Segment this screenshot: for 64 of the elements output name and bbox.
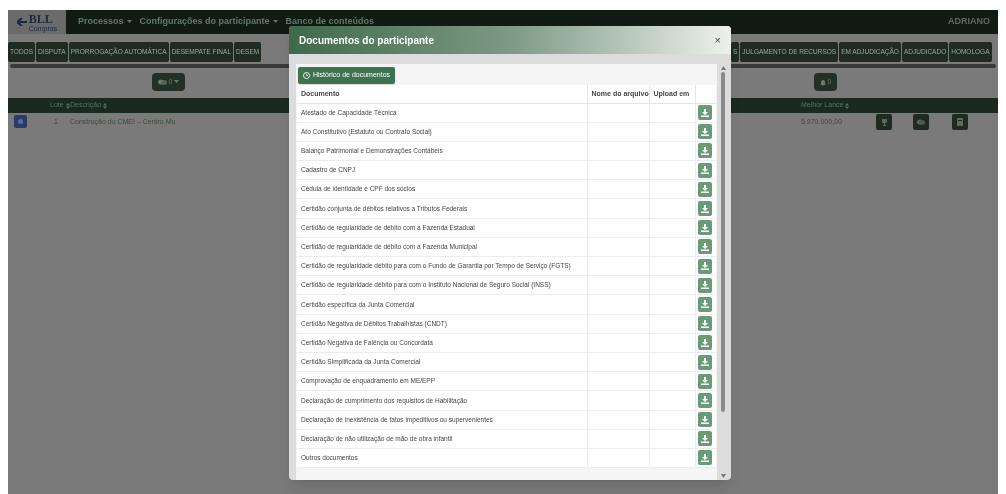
clock-icon <box>303 72 310 79</box>
download-icon <box>700 185 709 194</box>
download-icon <box>700 434 709 443</box>
bell-icon <box>819 78 826 86</box>
logo-icon <box>16 18 27 26</box>
chat-icon <box>917 119 925 125</box>
download-button[interactable] <box>697 373 712 389</box>
download-icon <box>700 396 709 405</box>
download-button[interactable] <box>697 354 712 370</box>
sort-icon <box>103 102 108 109</box>
document-icon <box>957 118 963 126</box>
download-button[interactable] <box>697 392 712 408</box>
download-icon <box>700 377 709 386</box>
download-button[interactable] <box>697 220 712 236</box>
download-button[interactable] <box>697 162 712 178</box>
download-button[interactable] <box>697 412 712 428</box>
trophy-icon <box>880 118 888 126</box>
close-button[interactable]: × <box>714 34 721 46</box>
download-icon <box>700 415 709 424</box>
chat-icon <box>157 79 167 85</box>
download-button[interactable] <box>697 124 712 140</box>
chat-button[interactable] <box>913 114 929 130</box>
download-icon <box>700 108 709 117</box>
download-button[interactable] <box>697 105 712 121</box>
detail-button[interactable] <box>14 115 27 128</box>
download-icon <box>700 300 709 309</box>
download-icon <box>700 358 709 367</box>
download-button[interactable] <box>697 296 712 312</box>
download-icon <box>700 262 709 271</box>
caret-icon <box>174 80 180 84</box>
nav-menu-item[interactable]: Configurações do participante <box>139 15 278 29</box>
download-button[interactable] <box>697 201 712 217</box>
download-icon <box>700 453 709 462</box>
download-icon <box>700 223 709 232</box>
nav-menu-item[interactable]: Processos <box>78 15 132 29</box>
download-button[interactable] <box>697 258 712 274</box>
download-icon <box>700 338 709 347</box>
download-button[interactable] <box>697 450 712 466</box>
download-button[interactable] <box>697 431 712 447</box>
sort-icon <box>845 102 850 109</box>
download-icon <box>700 242 709 251</box>
document-button[interactable] <box>952 114 968 130</box>
nav-menu-item[interactable]: Banco de conteúdos <box>285 15 375 29</box>
sort-icon <box>65 102 70 109</box>
scroll-down-icon[interactable] <box>720 474 726 478</box>
download-icon <box>700 146 709 155</box>
download-icon <box>700 166 709 175</box>
caret-icon <box>126 20 132 24</box>
download-icon <box>700 204 709 213</box>
download-button[interactable] <box>697 143 712 159</box>
download-icon <box>700 319 709 328</box>
download-button[interactable] <box>697 316 712 332</box>
download-button[interactable] <box>697 335 712 351</box>
logo-text: BLL <box>28 12 54 25</box>
download-button[interactable] <box>697 181 712 197</box>
download-button[interactable] <box>697 277 712 293</box>
trophy-button[interactable] <box>876 114 892 130</box>
download-icon <box>700 127 709 136</box>
modal-title: Documentos do participante <box>299 33 434 48</box>
scroll-up-icon[interactable] <box>720 66 726 70</box>
download-icon <box>700 281 709 290</box>
vertical-scrollbar[interactable] <box>719 64 727 480</box>
download-button[interactable] <box>697 239 712 255</box>
caret-icon <box>272 20 278 24</box>
